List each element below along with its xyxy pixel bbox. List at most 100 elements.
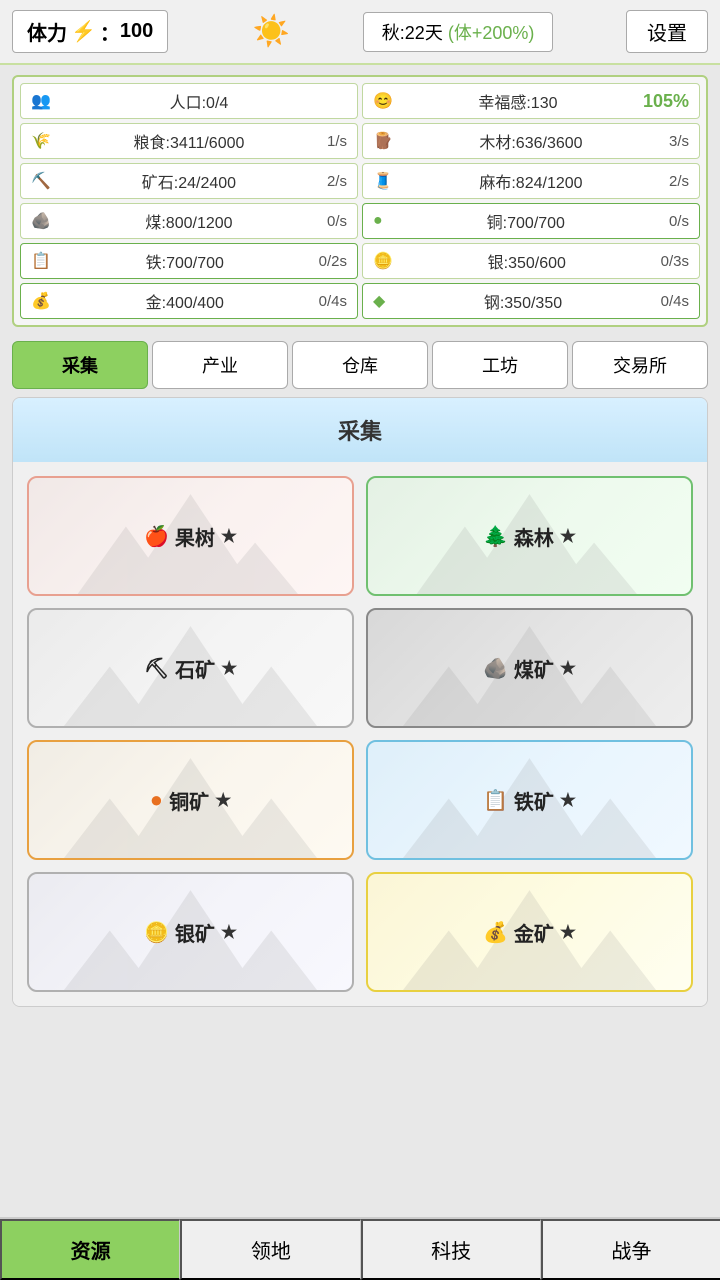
copper-star: ★: [215, 790, 231, 811]
fruit-icon: 🍎: [144, 524, 169, 549]
food-label: 粮食:3411/6000: [134, 129, 245, 153]
card-silver[interactable]: 🪙 银矿 ★: [27, 872, 354, 992]
food-rate: 1/s: [327, 133, 347, 150]
card-iron[interactable]: 📋 铁矿 ★: [366, 740, 693, 860]
ore-icon: ⛏️: [31, 171, 51, 191]
card-iron-label: 📋 铁矿 ★: [483, 786, 576, 815]
gold-icon: 💰: [31, 291, 51, 311]
population-stat: 👥 人口:0/4: [20, 83, 358, 119]
gold-rate: 0/4s: [319, 293, 347, 310]
tab-warehouse[interactable]: 仓库: [292, 341, 428, 389]
cloth-label: 麻布:824/1200: [479, 169, 582, 193]
copper-rate: 0/s: [669, 213, 689, 230]
card-forest-label: 🌲 森林 ★: [483, 522, 576, 551]
happiness-icon: 😊: [373, 91, 393, 111]
main-panel: 采集 🍎 果树 ★ 🌲: [12, 397, 708, 1007]
happiness-label: 幸福感:130: [478, 89, 557, 113]
wood-icon: 🪵: [373, 131, 393, 151]
food-icon: 🌾: [31, 131, 51, 151]
happiness-pct: 105%: [643, 91, 689, 112]
iron-rate: 0/2s: [319, 253, 347, 270]
stamina-label: 体力: [27, 17, 67, 46]
copper-label: 铜:700/700: [487, 209, 565, 233]
iron-card-icon: 📋: [483, 788, 508, 813]
lightning-icon: ⚡: [71, 19, 96, 44]
silver-star: ★: [221, 922, 237, 943]
panel-header: 采集: [13, 398, 707, 462]
copper-stat: ● 铜:700/700 0/s: [362, 203, 700, 239]
silver-stat: 🪙 银:350/600 0/3s: [362, 243, 700, 279]
silver-rate: 0/3s: [661, 253, 689, 270]
steel-rate: 0/4s: [661, 293, 689, 310]
nav-territory[interactable]: 领地: [180, 1219, 360, 1280]
population-icon: 👥: [31, 91, 51, 111]
tab-industry[interactable]: 产业: [152, 341, 288, 389]
stamina-separator: ：: [100, 17, 120, 46]
iron-icon: 📋: [31, 251, 51, 271]
card-fruit[interactable]: 🍎 果树 ★: [27, 476, 354, 596]
tab-exchange[interactable]: 交易所: [572, 341, 708, 389]
stamina-box: 体力 ⚡ ： 100: [12, 10, 168, 53]
gold-label: 金:400/400: [146, 289, 224, 313]
food-stat: 🌾 粮食:3411/6000 1/s: [20, 123, 358, 159]
stone-icon: ⛏: [144, 656, 169, 681]
cloth-icon: 🧵: [373, 171, 393, 191]
steel-icon: ◆: [373, 291, 385, 311]
card-copper-label: ● 铜矿 ★: [150, 786, 231, 815]
silver-card-icon: 🪙: [144, 920, 169, 945]
steel-stat: ◆ 钢:350/350 0/4s: [362, 283, 700, 319]
iron-stat: 📋 铁:700/700 0/2s: [20, 243, 358, 279]
card-copper[interactable]: ● 铜矿 ★: [27, 740, 354, 860]
forest-star: ★: [560, 526, 576, 547]
sun-icon: ☀️: [253, 14, 290, 49]
ore-label: 矿石:24/2400: [142, 169, 236, 193]
coal-icon: 🪨: [31, 211, 51, 231]
ore-rate: 2/s: [327, 173, 347, 190]
tab-workshop[interactable]: 工坊: [432, 341, 568, 389]
top-bar: 体力 ⚡ ： 100 ☀️ 秋:22天 (体+200%) 设置: [0, 0, 720, 65]
coal-card-icon: 🪨: [483, 656, 508, 681]
gold-card-icon: 💰: [483, 920, 508, 945]
resource-grid: 🍎 果树 ★ 🌲 森林 ★: [13, 462, 707, 1006]
iron-star: ★: [560, 790, 576, 811]
coal-stat: 🪨 煤:800/1200 0/s: [20, 203, 358, 239]
card-gold[interactable]: 💰 金矿 ★: [366, 872, 693, 992]
card-stone-label: ⛏ 石矿 ★: [144, 654, 238, 683]
happiness-stat: 😊 幸福感:130 105%: [362, 83, 700, 119]
bottom-nav: 资源 领地 科技 战争: [0, 1217, 720, 1280]
cloth-stat: 🧵 麻布:824/1200 2/s: [362, 163, 700, 199]
card-forest[interactable]: 🌲 森林 ★: [366, 476, 693, 596]
card-coal[interactable]: 🪨 煤矿 ★: [366, 608, 693, 728]
coal-label: 煤:800/1200: [145, 209, 232, 233]
fruit-star: ★: [221, 526, 237, 547]
coal-rate: 0/s: [327, 213, 347, 230]
stats-panel: 👥 人口:0/4 😊 幸福感:130 105% 🌾 粮食:3411/6000 1…: [12, 75, 708, 327]
card-stone[interactable]: ⛏ 石矿 ★: [27, 608, 354, 728]
card-fruit-label: 🍎 果树 ★: [144, 522, 237, 551]
wood-label: 木材:636/3600: [479, 129, 582, 153]
season-text: 秋:22天: [382, 23, 443, 43]
coal-star: ★: [560, 658, 576, 679]
silver-icon: 🪙: [373, 251, 393, 271]
nav-resources[interactable]: 资源: [0, 1219, 180, 1280]
cloth-rate: 2/s: [669, 173, 689, 190]
gold-stat: 💰 金:400/400 0/4s: [20, 283, 358, 319]
stone-star: ★: [221, 658, 237, 679]
season-box: 秋:22天 (体+200%): [363, 12, 554, 52]
copper-card-icon: ●: [150, 787, 163, 813]
tab-collect[interactable]: 采集: [12, 341, 148, 389]
settings-button[interactable]: 设置: [626, 10, 708, 53]
wood-stat: 🪵 木材:636/3600 3/s: [362, 123, 700, 159]
nav-war[interactable]: 战争: [541, 1219, 720, 1280]
iron-label: 铁:700/700: [146, 249, 224, 273]
tab-bar: 采集 产业 仓库 工坊 交易所: [12, 341, 708, 389]
population-label: 人口:0/4: [170, 89, 229, 113]
stamina-value: 100: [120, 20, 153, 43]
card-silver-label: 🪙 银矿 ★: [144, 918, 237, 947]
forest-icon: 🌲: [483, 524, 508, 549]
nav-technology[interactable]: 科技: [361, 1219, 541, 1280]
copper-icon: ●: [373, 212, 383, 230]
wood-rate: 3/s: [669, 133, 689, 150]
steel-label: 钢:350/350: [484, 289, 562, 313]
ore-stat: ⛏️ 矿石:24/2400 2/s: [20, 163, 358, 199]
